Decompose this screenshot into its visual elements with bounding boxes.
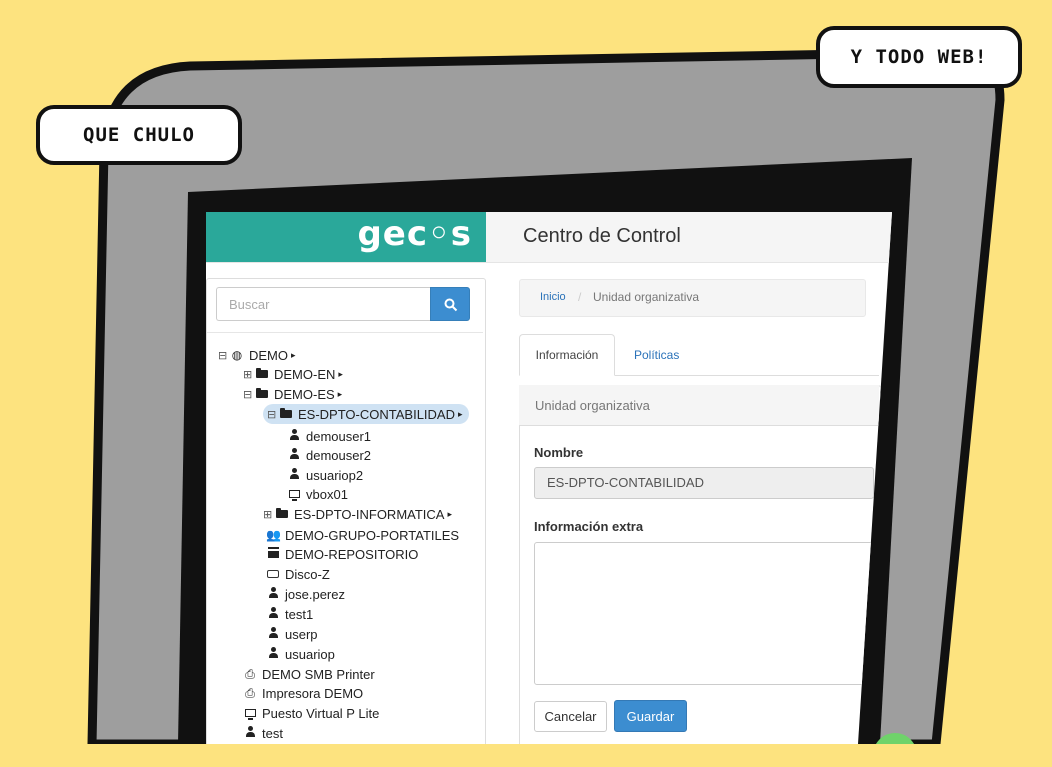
- caret-right-icon[interactable]: ▸: [447, 509, 452, 520]
- caret-right-icon[interactable]: ▸: [338, 389, 343, 400]
- search-input[interactable]: [216, 287, 430, 321]
- caret-right-icon[interactable]: ▸: [338, 369, 343, 380]
- tree-node-label: ES-DPTO-INFORMATICA: [294, 506, 445, 522]
- user-icon: [287, 429, 301, 443]
- user-icon: [287, 448, 301, 462]
- search-box: [216, 287, 470, 321]
- tree-node[interactable]: 👥 DEMO-GRUPO-PORTATILES: [266, 525, 459, 545]
- tree-node[interactable]: ⊟ ◍ DEMO ▸: [218, 345, 296, 365]
- cancel-button[interactable]: Cancelar: [534, 701, 607, 732]
- logo-text: gec◦s: [357, 214, 472, 254]
- tree-node[interactable]: usuariop2: [287, 465, 363, 485]
- tree-node[interactable]: ⊞ DEMO-EN ▸: [243, 364, 343, 384]
- collapse-icon[interactable]: ⊟: [218, 349, 230, 362]
- tree-node[interactable]: ⊟ ES-DPTO-CONTABILIDAD ▸: [263, 404, 469, 424]
- caret-right-icon[interactable]: ▸: [458, 409, 463, 420]
- tree-node-label: DEMO SMB Printer: [262, 666, 375, 682]
- tree-node-label: usuariop: [285, 646, 335, 662]
- folder-icon: [275, 507, 289, 521]
- tree-node-label: Impresora DEMO: [262, 685, 364, 701]
- tree-node-label: ES-DPTO-CONTABILIDAD: [298, 406, 455, 422]
- panel-title: Unidad organizativa: [535, 398, 650, 413]
- informacion-extra-label: Información extra: [534, 519, 644, 534]
- tree-node[interactable]: test1: [266, 604, 313, 624]
- search-icon: [444, 298, 458, 312]
- tree-node-label: demouser1: [306, 428, 372, 444]
- printer-icon: ⎙: [245, 685, 255, 700]
- gecos-logo[interactable]: gec◦s: [206, 212, 486, 262]
- user-icon: [266, 587, 280, 601]
- tree-node[interactable]: ⎙ Impresora DEMO: [243, 683, 363, 703]
- tree-node-label: Puesto Virtual P Lite: [262, 705, 380, 721]
- printer-icon: ⎙: [245, 666, 255, 681]
- user-icon: [266, 627, 280, 641]
- tree-node-label: jose.perez: [285, 586, 345, 602]
- tree-node[interactable]: demouser2: [287, 445, 371, 465]
- tree-node[interactable]: userp: [266, 624, 318, 644]
- tree-node-label: DEMO-REPOSITORIO: [285, 546, 419, 562]
- tree-node[interactable]: ⎙ DEMO SMB Printer: [243, 664, 375, 684]
- expand-icon[interactable]: ⊞: [243, 368, 255, 381]
- breadcrumb: Inicio / Unidad organizativa: [519, 279, 866, 317]
- folder-icon: [255, 367, 269, 381]
- tab-informacion[interactable]: Información: [519, 334, 615, 376]
- search-button[interactable]: [430, 287, 470, 321]
- globe-icon: ◍: [231, 348, 243, 362]
- user-icon: [287, 468, 301, 482]
- tree-node-label: DEMO-ES: [274, 386, 335, 402]
- app-title: Centro de Control: [523, 225, 681, 247]
- sidebar-divider: [207, 332, 483, 333]
- speech-bubble-left: QUE CHULO: [36, 105, 242, 165]
- tree-node-label: DEMO-EN: [274, 366, 336, 382]
- tree-node[interactable]: ⊞ ES-DPTO-INFORMATICA ▸: [263, 504, 452, 524]
- breadcrumb-home-link[interactable]: Inicio: [540, 291, 566, 303]
- tree-node[interactable]: jose.perez: [266, 584, 345, 604]
- group-icon: 👥: [266, 528, 281, 542]
- caret-right-icon[interactable]: ▸: [291, 350, 296, 361]
- informacion-extra-textarea[interactable]: [534, 542, 874, 685]
- tree-node-label: Disco-Z: [285, 566, 330, 582]
- tree-node[interactable]: demouser1: [287, 426, 371, 446]
- nombre-field[interactable]: ES-DPTO-CONTABILIDAD: [534, 467, 874, 499]
- monitor-icon: [287, 488, 301, 501]
- tree-node[interactable]: Puesto Virtual P Lite: [243, 703, 379, 723]
- speech-bubble-right: Y TODO WEB!: [816, 26, 1022, 88]
- folder-icon: [279, 407, 293, 421]
- tree-node[interactable]: ⊟ DEMO-ES ▸: [243, 384, 342, 404]
- tree-node-label: DEMO-GRUPO-PORTATILES: [285, 527, 460, 543]
- monitor-icon: [243, 707, 257, 720]
- expand-icon[interactable]: ⊞: [263, 508, 275, 521]
- tree-node-label: vbox01: [306, 486, 348, 502]
- tree-node[interactable]: test: [243, 723, 283, 743]
- tree-node-label: DEMO: [249, 347, 288, 363]
- tree-node-label: test: [262, 725, 283, 741]
- tree-node-label: usuariop2: [306, 467, 364, 483]
- tree-node[interactable]: Disco-Z: [266, 564, 330, 584]
- user-icon: [266, 647, 280, 661]
- tree-node-label: test1: [285, 606, 314, 622]
- user-icon: [243, 726, 257, 740]
- tree-node[interactable]: DEMO-REPOSITORIO: [266, 544, 418, 564]
- tree-node[interactable]: vbox01: [287, 484, 348, 504]
- tree-node[interactable]: usuariop: [266, 644, 335, 664]
- save-button[interactable]: Guardar: [614, 700, 687, 732]
- tab-politicas[interactable]: Políticas: [634, 348, 679, 362]
- user-icon: [266, 607, 280, 621]
- collapse-icon[interactable]: ⊟: [267, 408, 279, 421]
- collapse-icon[interactable]: ⊟: [243, 388, 255, 401]
- nombre-label: Nombre: [534, 445, 584, 460]
- tree-node-label: demouser2: [306, 447, 372, 463]
- drive-icon: [266, 567, 280, 581]
- tree-node-label: userp: [285, 626, 318, 642]
- folder-icon: [255, 387, 269, 401]
- archive-icon: [266, 547, 280, 561]
- breadcrumb-current: Unidad organizativa: [593, 290, 700, 304]
- breadcrumb-separator: /: [578, 290, 582, 304]
